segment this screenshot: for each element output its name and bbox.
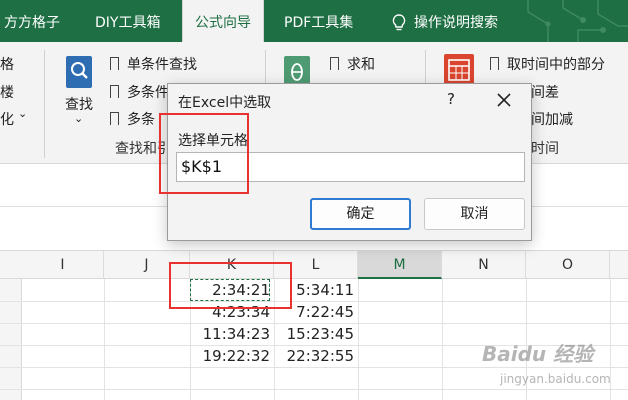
- ok-button[interactable]: 确定: [310, 198, 411, 230]
- bookmark-icon: [110, 112, 119, 129]
- cell-l4[interactable]: 22:32:55: [274, 345, 354, 367]
- ribbon-partial-item[interactable]: 楼: [0, 82, 14, 102]
- watermark-brand: Baidu 经验: [482, 342, 594, 366]
- column-header-o[interactable]: O: [526, 251, 610, 279]
- tab-formula-wizard[interactable]: 公式向导: [182, 0, 264, 42]
- lookup-icon[interactable]: [66, 56, 92, 88]
- ribbon-partial-item[interactable]: 化: [0, 109, 14, 129]
- row-header-column: [0, 279, 22, 400]
- column-header-n[interactable]: N: [442, 251, 526, 279]
- ribbon-item-time-part[interactable]: 取时间中的部分: [490, 54, 605, 74]
- ribbon-item-sum[interactable]: 求和: [330, 54, 375, 74]
- bookmark-icon: [110, 85, 119, 102]
- ribbon-item-time-diff[interactable]: 间差: [531, 82, 559, 102]
- bookmark-icon: [110, 57, 119, 74]
- ribbon-item-label: 取时间中的部分: [507, 57, 605, 73]
- ribbon-item-single-lookup[interactable]: 单条件查找: [110, 54, 197, 74]
- bookmark-icon: [490, 57, 499, 74]
- close-icon[interactable]: [494, 90, 514, 110]
- tab-diy-toolbox[interactable]: DIY工具箱: [95, 0, 160, 42]
- ribbon-tab-bar: 方方格子 DIY工具箱 公式向导 PDF工具集 操作说明搜索: [0, 0, 628, 42]
- column-header-row: I J K L M N O: [0, 250, 628, 279]
- ribbon-item-multi-2[interactable]: 多条: [110, 109, 155, 129]
- dialog-title: 在Excel中选取: [178, 95, 272, 111]
- ribbon-item-multi-lookup[interactable]: 多条件: [110, 82, 169, 102]
- chevron-down-icon[interactable]: ⌄: [74, 112, 83, 125]
- magnifier-icon: [71, 62, 88, 79]
- column-header-m[interactable]: M: [358, 251, 442, 279]
- group-separator: [44, 50, 45, 158]
- search-help-label: 操作说明搜索: [414, 15, 498, 31]
- annotation-highlight-box: [159, 113, 249, 194]
- cell-k3[interactable]: 11:34:23: [190, 323, 270, 345]
- cell-k4[interactable]: 19:22:32: [190, 345, 270, 367]
- lightbulb-icon: [392, 14, 406, 31]
- group-label-time: 时间: [531, 141, 559, 157]
- circuit-decoration-icon: [527, 0, 628, 42]
- help-button[interactable]: ?: [443, 90, 459, 108]
- cell-l3[interactable]: 15:23:45: [274, 323, 354, 345]
- watermark-url: jingyan.baidu.com: [500, 372, 611, 386]
- tab-search-help[interactable]: 操作说明搜索: [392, 0, 498, 42]
- grid-line: [358, 279, 359, 400]
- grid-line: [104, 279, 105, 400]
- tab-fangfang[interactable]: 方方格子: [4, 0, 60, 42]
- grid-line: [442, 279, 443, 400]
- tab-pdf-tools[interactable]: PDF工具集: [284, 0, 353, 42]
- ribbon-item-time-add[interactable]: 间加减: [531, 109, 573, 129]
- ribbon-item-label: 单条件查找: [127, 57, 197, 73]
- cancel-button[interactable]: 取消: [424, 198, 525, 230]
- bookmark-icon: [330, 57, 339, 74]
- annotation-highlight-box: [169, 262, 292, 309]
- ribbon-partial-item[interactable]: 格: [0, 54, 14, 74]
- lookup-button-label[interactable]: 查找: [65, 94, 93, 114]
- ribbon-item-label: 多条: [127, 112, 155, 128]
- ribbon-item-label: 多条件: [127, 85, 169, 101]
- baidu-watermark: Baidu 经验 jingyan.baidu.com: [482, 334, 622, 394]
- chevron-down-icon[interactable]: ⌄: [18, 107, 27, 120]
- ribbon-item-label: 求和: [347, 57, 375, 73]
- column-header-i[interactable]: I: [22, 251, 104, 279]
